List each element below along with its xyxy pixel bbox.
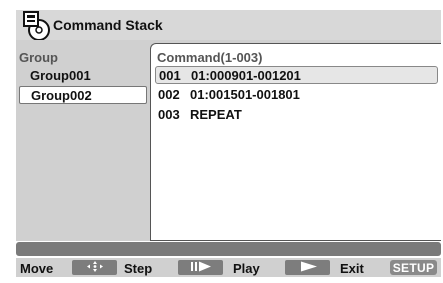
step-forward-icon [190,259,212,277]
command-row-selected[interactable]: 001 01:000901-001201 [155,66,438,84]
command-number: 002 [158,87,180,102]
group-item-label: Group002 [31,88,92,103]
step-button[interactable] [178,260,223,275]
play-icon [297,259,319,277]
setup-button[interactable]: SETUP [390,260,437,275]
play-button[interactable] [285,260,330,275]
four-way-arrow-icon [86,259,103,277]
command-text: REPEAT [190,107,242,122]
command-text: 01:001501-001801 [190,87,300,102]
play-label: Play [233,261,260,276]
group-item-label: Group001 [30,68,91,83]
command-header: Command(1-003) [157,50,263,65]
group-item[interactable]: Group001 [19,67,147,85]
page-title: Command Stack [53,17,163,33]
command-number: 003 [158,107,180,122]
status-bar [16,242,441,256]
group-item-selected[interactable]: Group002 [19,86,147,104]
command-row[interactable]: 003 REPEAT [155,106,438,124]
command-text: 01:000901-001201 [191,68,301,83]
command-number: 001 [159,68,181,83]
group-header: Group [19,50,58,65]
move-button[interactable] [72,260,117,275]
disc-with-clipboard-icon [22,10,52,42]
step-label: Step [124,261,153,276]
command-row[interactable]: 002 01:001501-001801 [155,86,438,104]
move-label: Move [20,261,54,276]
exit-label: Exit [340,261,364,276]
